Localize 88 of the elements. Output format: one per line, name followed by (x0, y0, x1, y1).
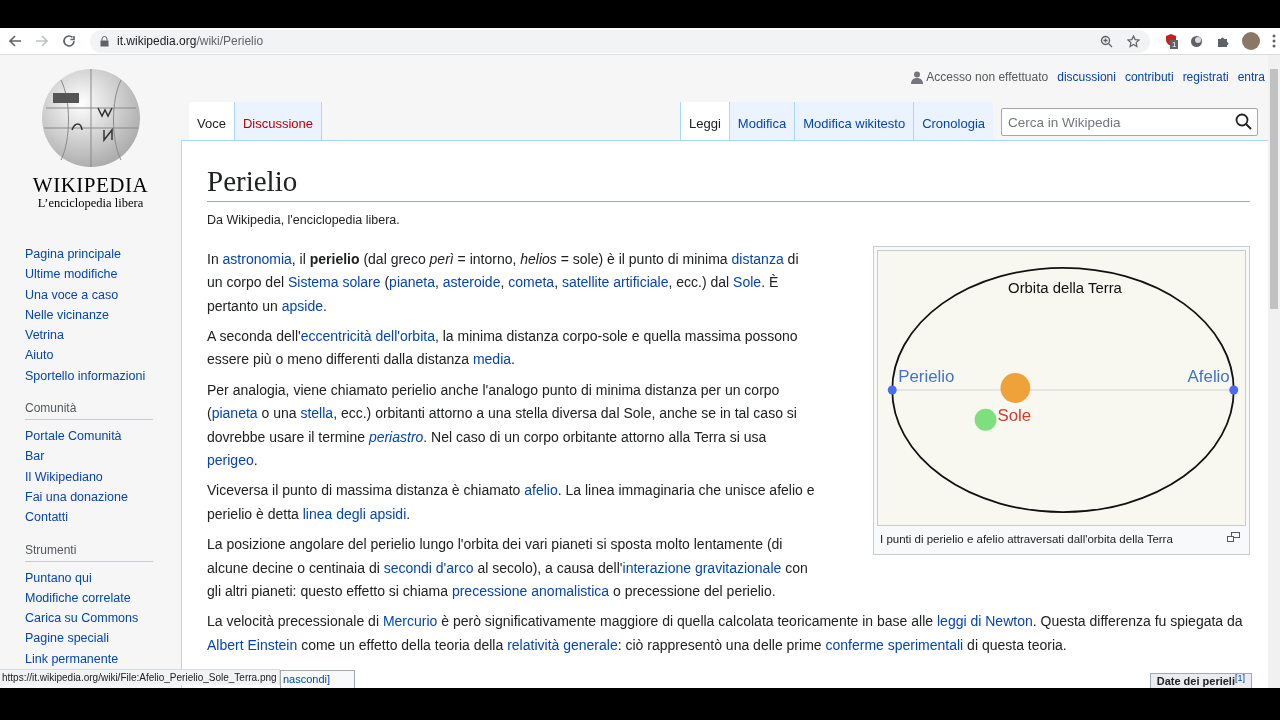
link[interactable]: satellite artificiale (561, 274, 669, 291)
extension-badge: 1 (1170, 40, 1179, 49)
sidebar-link[interactable]: Vetrina (25, 325, 64, 346)
sidebar-link[interactable]: Il Wikipediano (25, 466, 103, 487)
user-link[interactable]: registrati (1182, 68, 1229, 86)
link[interactable]: conferme sperimentali (825, 636, 964, 653)
sidebar-link[interactable]: Nelle vicinanze (25, 304, 110, 326)
search-field[interactable]: Cerca in Wikipedia (1001, 108, 1258, 136)
orbit-diagram[interactable]: Orbita della Terra Perielio Afelio Sole (877, 249, 1246, 526)
page-tagline: Da Wikipedia, l'enciclopedia libera. (207, 212, 401, 229)
table-caption: Date dei perieli$^{[1]}$ (1149, 673, 1252, 688)
menu-icon[interactable] (1272, 34, 1276, 48)
paragraph: La velocità precessionale di Mercurio è però significativamente maggiore di quella calcolata teoricamente in base alle leggi di Newton. Questa differenza fu spiegata da Albert Einstein come un effetto della teoria della relatività generale: ciò rappresentò una delle prime conferme sperimentali di questa teoria. (207, 612, 1244, 655)
circle-icon[interactable] (1190, 34, 1203, 48)
star-icon[interactable] (1127, 34, 1140, 48)
sidebar-link[interactable]: Puntano qui (25, 567, 92, 588)
scrollbar[interactable] (1268, 55, 1280, 688)
view-tab[interactable]: Modifica wikitesto (794, 102, 914, 140)
sidebar-link[interactable]: Link permanente (25, 648, 119, 670)
link[interactable]: astronomia (222, 250, 292, 267)
sidebar-link[interactable]: Bar (25, 446, 45, 467)
click-highlight-icon (974, 408, 997, 431)
paragraph: La posizione angolare del perielio lungo l'orbita dei vari pianeti si sposta molto lentamente (di alcune decine o centinaia di secondi d'arco al secolo), a causa dell'interazione gravitazionale con gli altri pianeti: questo effetto si chiama precessione anomalistica o precessione del perielio. (207, 535, 809, 602)
search-icon[interactable] (1235, 113, 1252, 130)
address-bar[interactable]: it.wikipedia.org/wiki/Perielio (90, 29, 1150, 53)
figure-caption: I punti di perielio e afelio attraversati dall'orbita della Terra (879, 531, 1174, 547)
sidebar-heading: Comunità (25, 400, 153, 421)
sidebar-link[interactable]: Pagina principale (25, 244, 121, 265)
sidebar-link[interactable]: Sportello informazioni (25, 365, 146, 387)
link[interactable]: Sole (733, 274, 762, 291)
orbit-label: Orbita della Terra (1008, 279, 1122, 296)
perihelion-label: Perielio (898, 366, 955, 386)
link[interactable]: afelio (524, 482, 558, 499)
lock-icon (100, 35, 109, 47)
point-icon (887, 385, 897, 395)
user-link[interactable]: entra (1237, 68, 1265, 86)
link[interactable]: distanza (731, 250, 784, 267)
point-icon (1229, 385, 1239, 395)
link[interactable]: secondi d'arco (383, 559, 474, 576)
link[interactable]: apside (281, 297, 323, 314)
user-link[interactable]: contributi (1124, 68, 1174, 86)
url-text: it.wikipedia.org/wiki/Perielio (117, 33, 264, 50)
paragraph: In astronomia, il perielio (dal greco perì = intorno, helios = sole) è il punto di minima distanza di un corpo del Sistema solare (pianeta, asteroide, cometa, satellite artificiale, ecc.) dal Sole. È pertanto un apside. (207, 249, 800, 316)
paragraph: A seconda dell'eccentricità dell'orbita, la minima distanza corpo-sole e quella massima possono essere più o meno differenti dalla distanza media. (207, 326, 799, 370)
sidebar-link[interactable]: Ultime modifiche (25, 264, 118, 285)
logo-tagline: L’enciclopedia libera (37, 196, 144, 210)
sidebar-link[interactable]: Contatti (25, 507, 69, 528)
link[interactable]: leggi di Newton (937, 613, 1033, 630)
aphelion-label: Afelio (1187, 366, 1230, 386)
wordmark: WIKIPEDIA (32, 174, 149, 196)
page-tab[interactable]: Voce (189, 102, 235, 140)
login-status: Accesso non effettuato (926, 69, 1049, 86)
page-tab[interactable]: Discussione (234, 102, 322, 140)
link[interactable]: perigeo (207, 452, 254, 468)
sidebar-link[interactable]: Aiuto (25, 345, 54, 366)
sidebar-link[interactable]: Fai una donazione (25, 486, 128, 508)
view-tab[interactable]: Leggi (680, 102, 729, 140)
back-icon[interactable] (8, 34, 22, 48)
link[interactable]: eccentricità dell'orbita (300, 327, 435, 344)
view-tab[interactable]: Cronologia (913, 102, 993, 140)
sun-icon (1000, 372, 1031, 403)
enlarge-icon[interactable] (1227, 531, 1240, 542)
sidebar-link[interactable]: Portale Comunità (25, 426, 122, 447)
sidebar-link[interactable]: Modifiche correlate (25, 587, 131, 609)
user-link[interactable]: discussioni (1057, 68, 1116, 86)
link[interactable]: Albert Einstein (207, 636, 298, 653)
link[interactable]: interazione gravitazionale (622, 559, 782, 576)
user-icon (911, 70, 924, 84)
link[interactable]: relatività generale (507, 636, 618, 653)
status-bar: https://it.wikipedia.org/wiki/File:Afelio_Perielio_Sole_Terra.png (0, 669, 280, 685)
page-title: Perielio (207, 163, 1250, 202)
zoom-icon[interactable] (1100, 34, 1113, 48)
reload-icon[interactable] (62, 34, 76, 48)
paragraph: Per analogia, viene chiamato perielio anche l'analogo punto di minima distanza per un corpo (pianeta o una stella, ecc.) orbitanti attorno a una stella diversa dal Sole, anche se in tal caso si dovrebbe usare il termine periastro. Nel caso di un corpo orbitante attorno alla Terra si usa perigeo. (207, 380, 798, 470)
footnote-link[interactable]: [1] (1235, 672, 1245, 683)
link[interactable]: Mercurio (382, 613, 438, 630)
link[interactable]: pianeta (211, 405, 258, 422)
sidebar-link[interactable]: Pagine speciali (25, 628, 110, 649)
link[interactable]: precessione anomalistica (451, 583, 610, 600)
sun-label: Sole (997, 405, 1032, 425)
sidebar-link[interactable]: Carica su Commons (25, 608, 139, 629)
avatar-icon[interactable] (1242, 32, 1260, 50)
sidebar-heading: Strumenti (25, 541, 153, 562)
view-tab[interactable]: Modifica (728, 102, 795, 140)
link[interactable]: Sistema solare (287, 274, 381, 291)
sidebar-link[interactable]: Una voce a caso (25, 284, 119, 305)
paragraph: Viceversa il punto di massima distanza è chiamato afelio. La linea immaginaria che unisce afelio e perielio è detta linea degli apsidi. (207, 481, 816, 524)
hide-link[interactable]: nascondi] (283, 672, 331, 686)
